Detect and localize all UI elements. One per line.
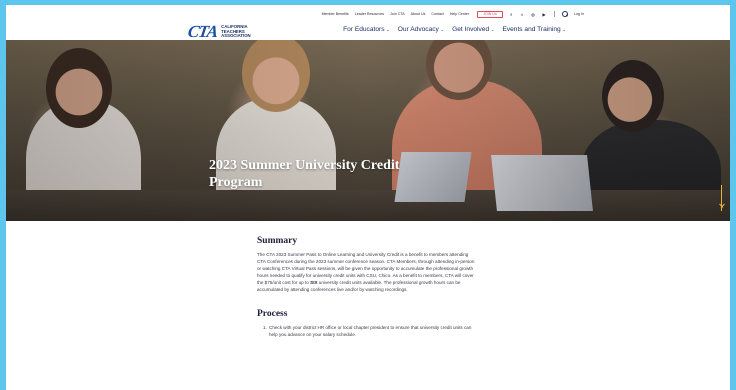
facebook-icon[interactable]: f — [508, 11, 514, 17]
chevron-down-icon: ⌄ — [440, 26, 445, 32]
utility-divider — [554, 11, 555, 17]
browser-page: Member Benefits Leader Resources Join CT… — [6, 5, 730, 390]
hero-banner: 2023 Summer University Credit Program — [6, 40, 730, 221]
cta-logo[interactable]: CTA California Teachers Association — [186, 22, 251, 42]
logo-name-line3: Association — [221, 33, 251, 39]
hero-overlay — [6, 40, 730, 221]
logo-name: California Teachers Association — [221, 24, 251, 39]
step-text: Check with your district HR office or lo… — [269, 325, 472, 337]
main-nav: For Educators ⌄ Our Advocacy ⌄ Get Involve… — [335, 26, 566, 33]
summary-bold: SIX — [310, 280, 318, 285]
utility-link-join-cta[interactable]: Join CTA — [390, 12, 405, 16]
utility-link-contact[interactable]: Contact — [431, 12, 443, 16]
instagram-icon[interactable]: ◎ — [530, 11, 536, 17]
nav-label: Get Involved — [452, 26, 490, 33]
page-title: 2023 Summer University Credit Program — [209, 158, 400, 190]
process-heading: Process — [257, 309, 288, 319]
twitter-icon[interactable]: t — [519, 11, 525, 17]
search-icon[interactable] — [562, 11, 568, 17]
scroll-down-arrow-icon[interactable] — [717, 185, 727, 213]
summary-paragraph: The CTA 2023 Summer Pass to Online Learn… — [257, 251, 475, 293]
nav-label: For Educators — [343, 26, 385, 33]
nav-events-and-training[interactable]: Events and Training ⌄ — [502, 26, 566, 33]
utility-link-member-benefits[interactable]: Member Benefits — [322, 12, 349, 16]
nav-label: Our Advocacy — [397, 26, 439, 33]
utility-link-leader-resources[interactable]: Leader Resources — [355, 12, 384, 16]
nav-our-advocacy[interactable]: Our Advocacy ⌄ — [398, 26, 444, 33]
process-steps: 1. Check with your district HR office or… — [257, 324, 475, 338]
join-us-button[interactable]: JOIN Us — [477, 10, 503, 18]
summary-heading: Summary — [257, 236, 298, 246]
login-link[interactable]: Log In — [574, 12, 584, 16]
process-step: 1. Check with your district HR office or… — [263, 324, 475, 338]
chevron-down-icon: ⌄ — [386, 26, 390, 32]
chevron-down-icon: ⌄ — [562, 26, 566, 32]
logo-mark: CTA — [186, 22, 219, 41]
youtube-icon[interactable]: ▶ — [541, 11, 547, 17]
utility-nav: Member Benefits Leader Resources Join CT… — [6, 9, 730, 19]
nav-for-educators[interactable]: For Educators ⌄ — [343, 26, 390, 33]
nav-get-involved[interactable]: Get Involved ⌄ — [452, 26, 494, 33]
utility-link-help-center[interactable]: Help Center — [450, 12, 469, 16]
utility-link-about-us[interactable]: About Us — [411, 12, 426, 16]
main-content: Summary The CTA 2023 Summer Pass to Onli… — [257, 236, 475, 338]
nav-label: Events and Training — [502, 26, 561, 33]
chevron-down-icon: ⌄ — [490, 26, 495, 32]
